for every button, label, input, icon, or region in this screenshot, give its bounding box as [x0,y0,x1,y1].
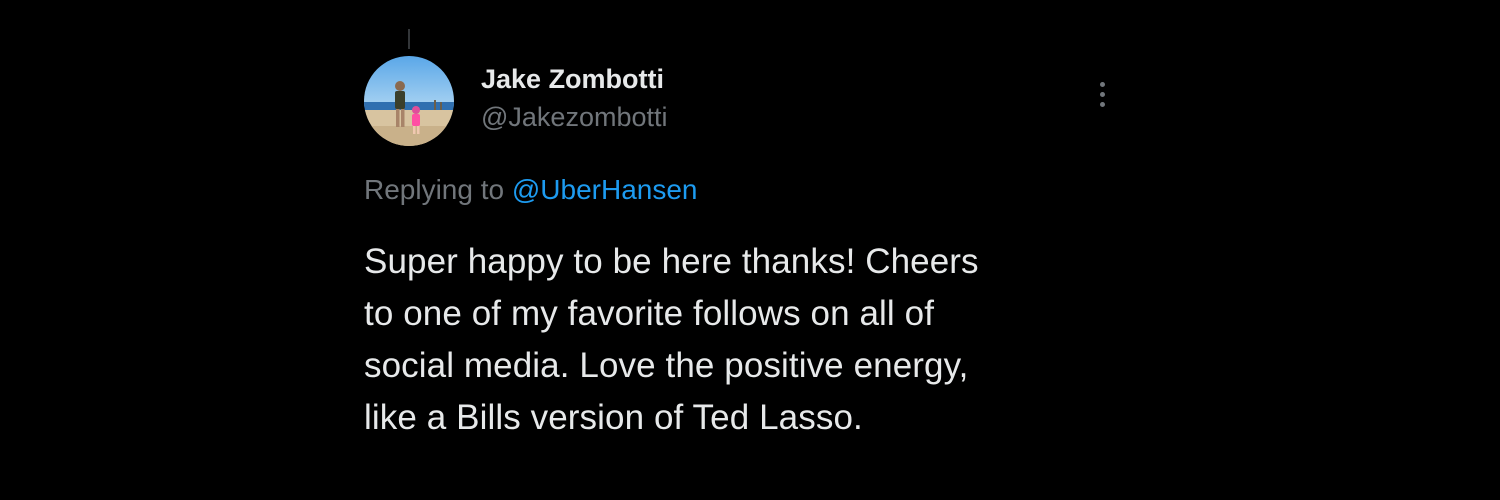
replying-to-line: Replying to @UberHansen [364,172,698,208]
author-handle[interactable]: @Jakezombotti [481,100,667,134]
thread-connector-line [408,29,410,49]
more-vertical-icon-dot [1099,91,1105,97]
author-display-name[interactable]: Jake Zombotti [481,62,667,96]
more-options-button[interactable] [1090,78,1114,110]
tweet-text-line: social media. Love the positive energy, [364,346,969,385]
more-vertical-icon-dot [1099,101,1105,107]
tweet-text-line: like a Bills version of Ted Lasso. [364,398,863,437]
avatar-photo [364,56,454,146]
avatar[interactable] [364,56,454,146]
tweet-text: Super happy to be here thanks! Cheers to… [364,236,1104,444]
author-info[interactable]: Jake Zombotti @Jakezombotti [481,62,667,134]
replying-to-mention-link[interactable]: @UberHansen [512,174,698,205]
replying-to-prefix: Replying to [364,174,505,205]
more-vertical-icon [1099,81,1105,87]
tweet-text-line: to one of my favorite follows on all of [364,294,935,333]
tweet-text-line: Super happy to be here thanks! Cheers [364,242,979,281]
tweet-card[interactable]: Jake Zombotti @Jakezombotti Replying to … [364,56,1124,456]
